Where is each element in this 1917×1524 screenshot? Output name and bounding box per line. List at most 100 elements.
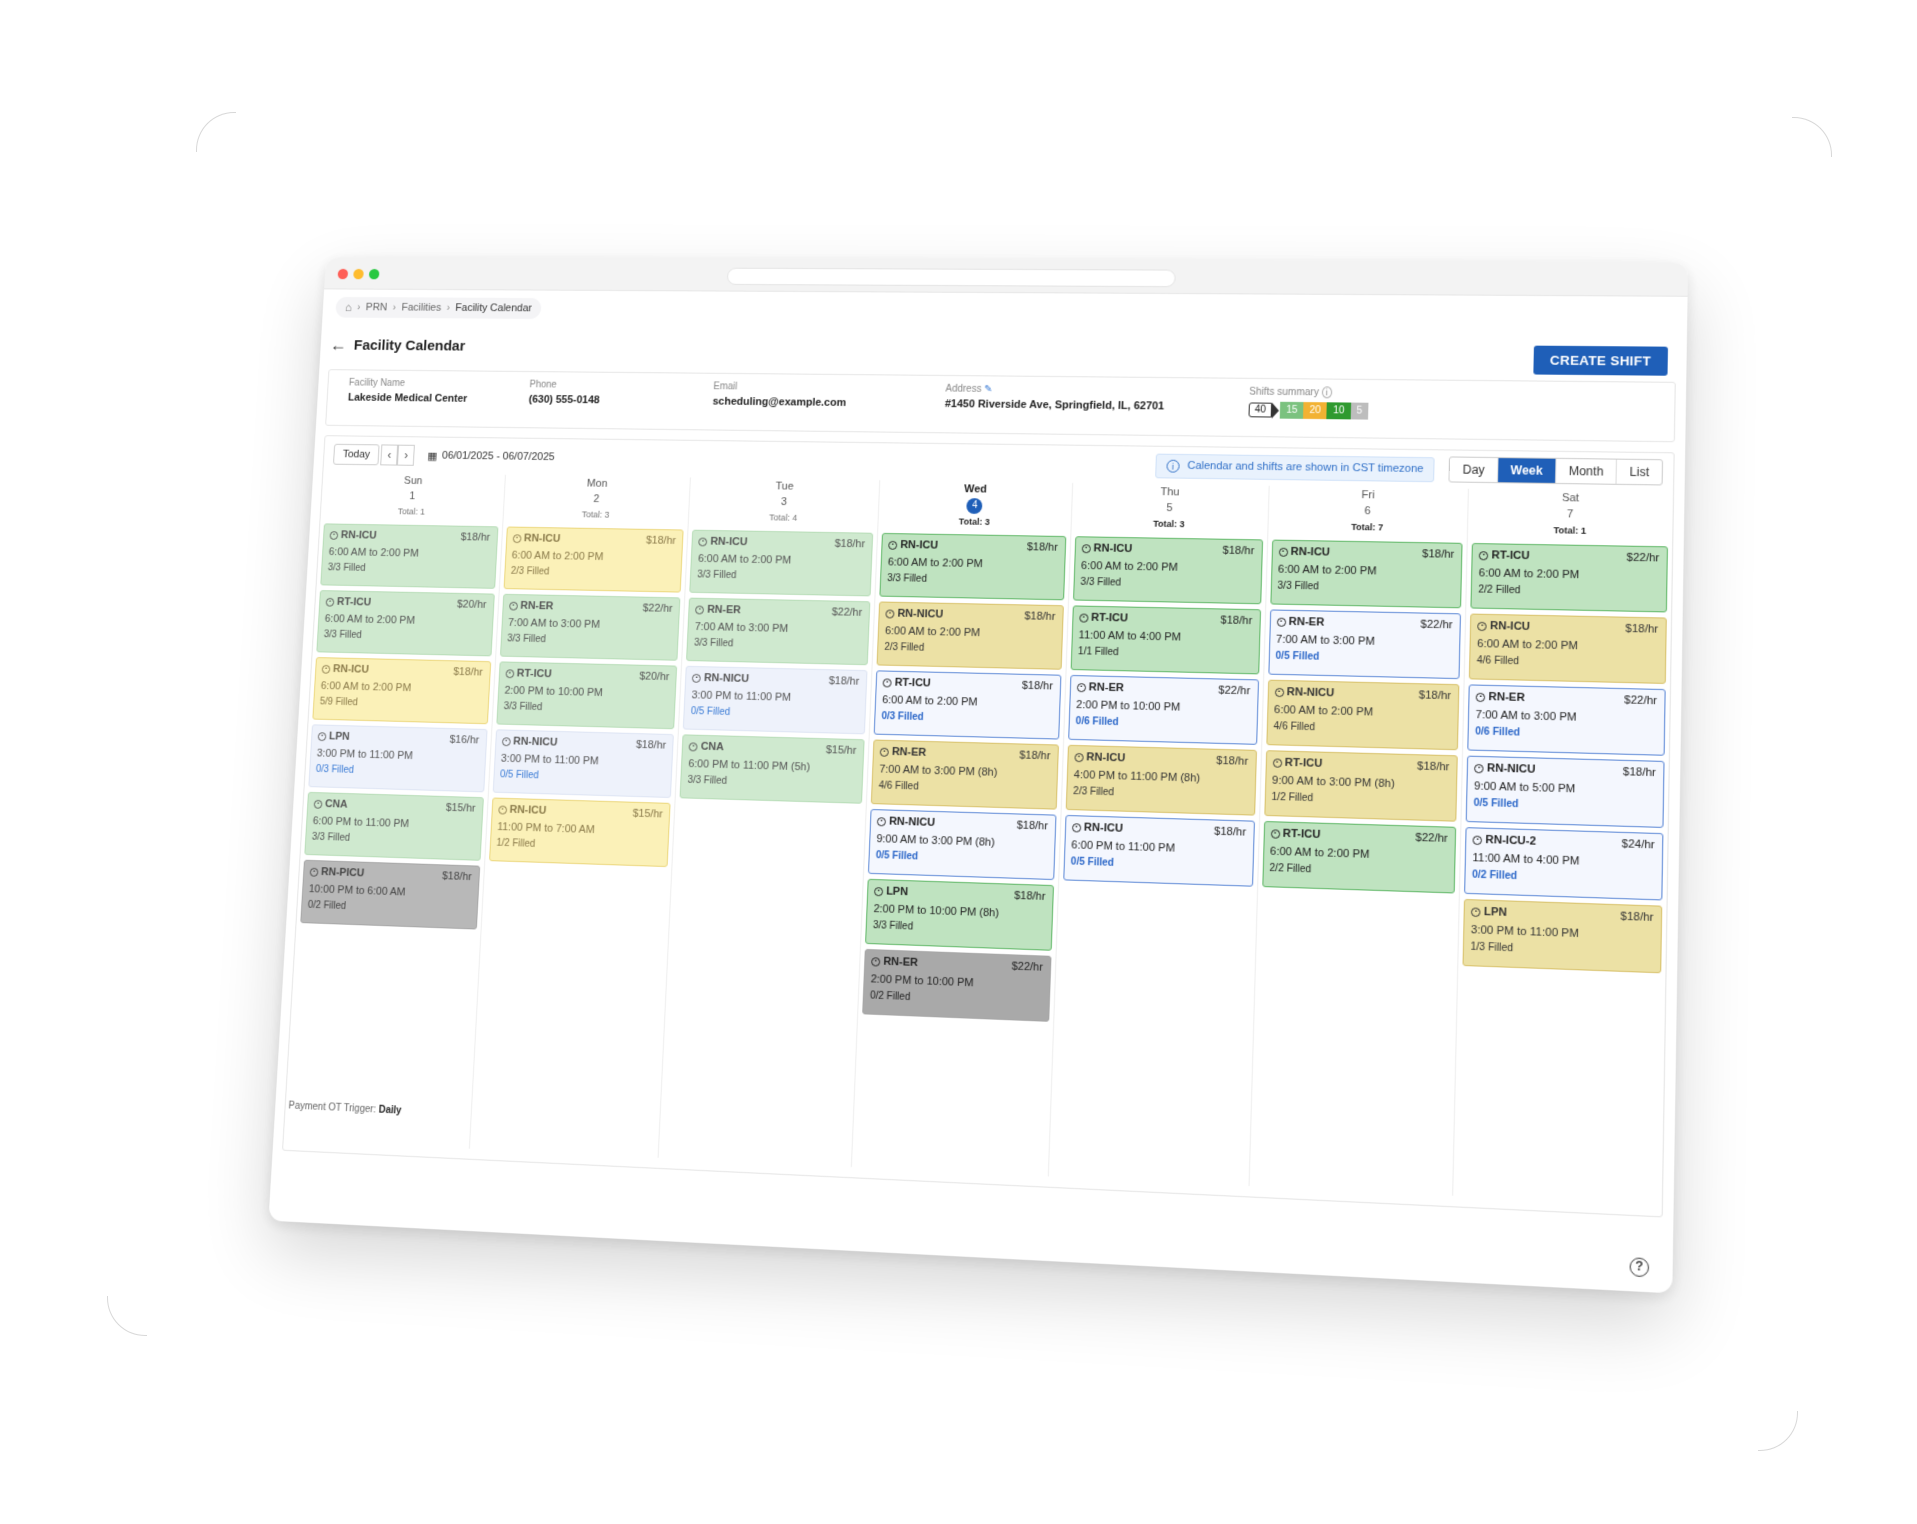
shift-fill-status: 3/3 Filled xyxy=(693,637,734,650)
day-column-sun: Sun 1 Total: 1 • RN-ICU $18/hr 6:00 AM to 2:00… xyxy=(283,472,506,1149)
shift-card[interactable]: • RN-ER $22/hr 2:00 PM to 10:00 PM 0/2 Fille… xyxy=(862,948,1052,1022)
day-header[interactable]: Wed 4 Total: 3 xyxy=(882,480,1068,536)
shift-card[interactable]: • RN-PICU $18/hr 10:00 PM to 6:00 AM 0/2 Fil… xyxy=(300,859,480,930)
shift-card[interactable]: • LPN $18/hr 3:00 PM to 11:00 PM 1/3 Filled xyxy=(1462,898,1663,974)
close-window-dot[interactable] xyxy=(337,268,349,280)
view-switcher: Day Week Month List xyxy=(1448,456,1664,486)
shift-card[interactable]: • RN-NICU $18/hr 9:00 AM to 5:00 PM 0/5 Fill… xyxy=(1465,755,1665,828)
shift-card[interactable]: • RN-ICU $18/hr 6:00 AM to 2:00 PM 2/3 Fille… xyxy=(503,526,685,593)
shift-card-header: • RN-ICU $18/hr xyxy=(888,539,1058,554)
day-header[interactable]: Tue 3 Total: 4 xyxy=(693,477,876,532)
shift-time: 3:00 PM to 11:00 PM xyxy=(316,747,414,762)
shift-card[interactable]: • RN-ICU $18/hr 6:00 AM to 2:00 PM 3/3 Fille… xyxy=(320,523,499,589)
maximize-window-dot[interactable] xyxy=(368,268,380,280)
clock-icon: • xyxy=(313,799,323,809)
shift-card[interactable]: • RN-NICU $18/hr 9:00 AM to 3:00 PM (8h) 0/5… xyxy=(868,809,1057,881)
day-total: Total: 3 xyxy=(958,516,990,527)
breadcrumb-item-facilities[interactable]: Facilities xyxy=(401,302,441,314)
shift-card[interactable]: • RN-ICU $18/hr 6:00 AM to 2:00 PM 3/3 Fille… xyxy=(1269,539,1463,609)
shift-rate: $18/hr xyxy=(1213,825,1247,839)
create-shift-button[interactable]: CREATE SHIFT xyxy=(1533,345,1668,376)
shift-card[interactable]: • RN-ICU $18/hr 4:00 PM to 11:00 PM (8h) 2/3… xyxy=(1065,744,1257,816)
shift-fill-status: 0/5 Filled xyxy=(690,706,731,718)
next-week-button[interactable]: › xyxy=(397,444,416,466)
shift-role: • RT-ICU xyxy=(1272,756,1323,770)
day-header[interactable]: Thu 5 Total: 3 xyxy=(1075,483,1264,539)
day-header[interactable]: Mon 2 Total: 3 xyxy=(507,475,687,530)
clock-icon: • xyxy=(1270,828,1280,839)
shift-card[interactable]: • RN-ER $22/hr 7:00 AM to 3:00 PM 0/6 Filled xyxy=(1467,684,1666,756)
shift-card[interactable]: • RN-ICU $15/hr 11:00 PM to 7:00 AM 1/2 Fill… xyxy=(488,797,672,868)
day-number: 4 xyxy=(966,498,984,515)
shift-card[interactable]: • RN-ER $18/hr 7:00 AM to 3:00 PM (8h) 4/6 F… xyxy=(870,739,1059,810)
shift-card-header: • RN-ER $22/hr xyxy=(1276,616,1453,631)
shift-time: 6:00 AM to 2:00 PM xyxy=(511,549,604,563)
shift-role-text: RN-ER xyxy=(520,599,554,613)
shift-time: 2:00 PM to 10:00 PM xyxy=(504,684,604,699)
shift-role: • RN-ER xyxy=(871,955,918,969)
help-icon[interactable]: ? xyxy=(1629,1257,1650,1278)
view-tab-month[interactable]: Month xyxy=(1556,458,1618,484)
back-arrow-icon[interactable]: ← xyxy=(329,335,347,355)
edit-icon[interactable]: ✎ xyxy=(984,384,993,395)
shift-role: • RT-ICU xyxy=(882,676,931,689)
address-bar[interactable] xyxy=(726,267,1176,288)
shift-card[interactable]: • RN-ICU-2 $24/hr 11:00 AM to 4:00 PM 0/2 Fi… xyxy=(1464,827,1664,901)
shift-card-header: • RT-ICU $20/hr xyxy=(325,596,487,611)
shift-card[interactable]: • CNA $15/hr 6:00 PM to 11:00 PM (5h) 3/3 Fi… xyxy=(679,734,865,804)
shift-card[interactable]: • RT-ICU $20/hr 6:00 AM to 2:00 PM 3/3 Fille… xyxy=(316,590,495,657)
shift-card[interactable]: • RN-NICU $18/hr 6:00 AM to 2:00 PM 4/6 Fill… xyxy=(1265,679,1460,751)
shift-card[interactable]: • RN-ER $22/hr 2:00 PM to 10:00 PM 0/6 Fille… xyxy=(1068,674,1259,745)
view-tab-week[interactable]: Week xyxy=(1497,458,1557,483)
shift-card[interactable]: • RN-ICU $18/hr 6:00 AM to 2:00 PM 5/9 Fille… xyxy=(312,657,491,725)
shift-card[interactable]: • RN-ER $22/hr 7:00 AM to 3:00 PM 3/3 Filled xyxy=(686,597,871,666)
shift-card[interactable]: • RN-ICU $18/hr 6:00 AM to 2:00 PM 4/6 Fille… xyxy=(1469,613,1667,684)
shift-card[interactable]: • RN-ICU $18/hr 6:00 PM to 11:00 PM 0/5 Fill… xyxy=(1063,814,1255,887)
shift-card[interactable]: • LPN $18/hr 2:00 PM to 10:00 PM (8h) 3/3 Fi… xyxy=(865,878,1054,951)
shift-role: • RN-NICU xyxy=(885,608,943,621)
day-header[interactable]: Sat 7 Total: 1 xyxy=(1472,489,1669,547)
breadcrumb-item-current: Facility Calendar xyxy=(455,302,533,315)
shift-card-header: • RN-ICU $18/hr xyxy=(329,529,490,544)
shift-fill-status: 3/3 Filled xyxy=(506,633,546,646)
shift-card[interactable]: • RT-ICU $22/hr 6:00 AM to 2:00 PM 2/2 Fille… xyxy=(1470,542,1668,613)
summary-complete-count[interactable]: 10 xyxy=(1326,402,1351,420)
day-header[interactable]: Fri 6 Total: 7 xyxy=(1272,486,1464,543)
shift-card[interactable]: • RN-ICU $18/hr 6:00 AM to 2:00 PM 3/3 Fille… xyxy=(1072,536,1263,605)
shift-card[interactable]: • RN-NICU $18/hr 3:00 PM to 11:00 PM 0/5 Fil… xyxy=(683,665,868,735)
breadcrumb-item-prn[interactable]: PRN xyxy=(366,302,388,313)
shift-fill-status: 0/5 Filled xyxy=(499,769,539,782)
shift-card[interactable]: • RN-ICU $18/hr 6:00 AM to 2:00 PM 3/3 Fille… xyxy=(879,532,1067,601)
shift-rate: $18/hr xyxy=(1625,622,1659,636)
shift-fill-status: 3/3 Filled xyxy=(687,774,728,787)
shift-card[interactable]: • CNA $15/hr 6:00 PM to 11:00 PM 3/3 Filled xyxy=(304,791,484,861)
shift-role: • RN-NICU xyxy=(876,815,935,829)
summary-cancelled-count[interactable]: 5 xyxy=(1350,402,1369,420)
today-button[interactable]: Today xyxy=(332,443,380,466)
summary-partial-count[interactable]: 20 xyxy=(1303,402,1328,420)
home-icon[interactable]: ⌂ xyxy=(345,301,352,314)
previous-week-button[interactable]: ‹ xyxy=(380,444,399,466)
shift-card[interactable]: • RT-ICU $22/hr 6:00 AM to 2:00 PM 2/2 Fille… xyxy=(1261,820,1457,894)
day-header[interactable]: Sun 1 Total: 1 xyxy=(324,472,501,526)
shift-card[interactable]: • RN-NICU $18/hr 3:00 PM to 11:00 PM 0/5 Fil… xyxy=(492,729,675,799)
shift-card[interactable]: • RN-ER $22/hr 7:00 AM to 3:00 PM 0/5 Filled xyxy=(1267,609,1462,680)
shift-card[interactable]: • RN-NICU $18/hr 6:00 AM to 2:00 PM 2/3 Fill… xyxy=(876,601,1064,670)
shift-time: 10:00 PM to 6:00 AM xyxy=(308,883,406,899)
shift-card[interactable]: • RN-ICU $18/hr 6:00 AM to 2:00 PM 3/3 Fille… xyxy=(689,529,874,597)
info-icon[interactable]: i xyxy=(1321,386,1332,399)
shift-rate: $18/hr xyxy=(1422,548,1455,561)
summary-filled-count[interactable]: 15 xyxy=(1279,401,1304,419)
shift-fill-status: 2/3 Filled xyxy=(1073,786,1115,799)
view-tab-day[interactable]: Day xyxy=(1450,457,1499,483)
shift-card[interactable]: • RT-ICU $18/hr 6:00 AM to 2:00 PM 0/3 Fille… xyxy=(873,670,1062,740)
shift-card[interactable]: • RT-ICU $18/hr 11:00 AM to 4:00 PM 1/1 Fill… xyxy=(1070,605,1261,675)
view-tab-list[interactable]: List xyxy=(1617,460,1662,485)
shift-card[interactable]: • LPN $16/hr 3:00 PM to 11:00 PM 0/3 Filled xyxy=(308,724,488,793)
shift-card-header: • RN-NICU $18/hr xyxy=(876,815,1048,832)
minimize-window-dot[interactable] xyxy=(353,268,364,280)
shift-card[interactable]: • RN-ER $22/hr 7:00 AM to 3:00 PM 3/3 Filled xyxy=(499,593,681,661)
shift-card[interactable]: • RT-ICU $20/hr 2:00 PM to 10:00 PM 3/3 Fill… xyxy=(496,661,678,730)
date-range[interactable]: ▦ 06/01/2025 - 06/07/2025 xyxy=(427,449,555,463)
shift-card[interactable]: • RT-ICU $18/hr 9:00 AM to 3:00 PM (8h) 1/2 … xyxy=(1263,750,1459,822)
